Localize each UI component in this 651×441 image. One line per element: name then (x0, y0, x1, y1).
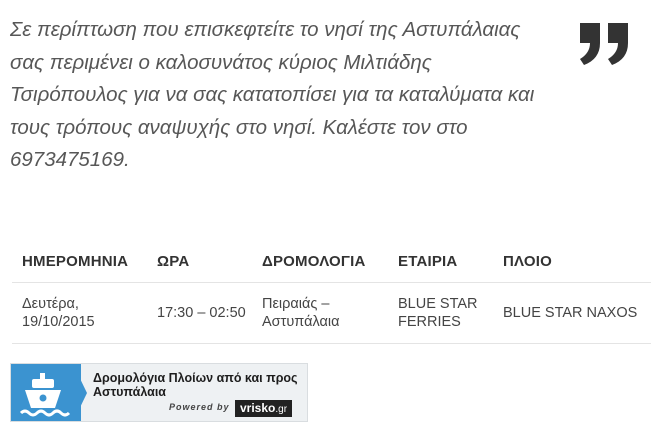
cell-spacer (639, 282, 651, 344)
header-date: ΗΜΕΡΟΜΗΝΙΑ (12, 240, 147, 283)
header-spacer (639, 240, 651, 283)
table-row: Δευτέρα, 19/10/2015 17:30 – 02:50 Πειραι… (12, 282, 651, 344)
header-time: ΩΡΑ (147, 240, 252, 283)
vrisko-logo: vrisko.gr (235, 400, 293, 417)
ship-icon (19, 373, 71, 417)
banner-icon-box (11, 364, 81, 421)
quote-icon (580, 23, 628, 65)
banner-title: Δρομολόγια Πλοίων από και προς Αστυπάλαι… (93, 371, 298, 399)
cell-ship: BLUE STAR NAXOS (493, 282, 639, 344)
brand-tld: .gr (275, 404, 288, 415)
table-header-row: ΗΜΕΡΟΜΗΝΙΑ ΩΡΑ ΔΡΟΜΟΛΟΓΙΑ ΕΤΑΙΡΙΑ ΠΛΟΙΟ (12, 240, 651, 283)
header-ship: ΠΛΟΙΟ (493, 240, 639, 283)
cell-time: 17:30 – 02:50 (147, 282, 252, 344)
header-company: ΕΤΑΙΡΙΑ (388, 240, 493, 283)
brand-name: vrisko (240, 401, 276, 415)
powered-by-label: Powered by (169, 402, 230, 412)
ferry-schedule-banner[interactable]: Δρομολόγια Πλοίων από και προς Αστυπάλαι… (10, 363, 308, 422)
banner-arrow (73, 364, 87, 421)
cell-route: Πειραιάς – Αστυπάλαια (252, 282, 388, 344)
quote-text: Σε περίπτωση που επισκεφτείτε το νησί τη… (10, 18, 535, 171)
cell-date: Δευτέρα, 19/10/2015 (12, 282, 147, 344)
header-route: ΔΡΟΜΟΛΟΓΙΑ (252, 240, 388, 283)
schedule-table: ΗΜΕΡΟΜΗΝΙΑ ΩΡΑ ΔΡΟΜΟΛΟΓΙΑ ΕΤΑΙΡΙΑ ΠΛΟΙΟ … (12, 240, 651, 344)
cell-company: BLUE STAR FERRIES (388, 282, 493, 344)
